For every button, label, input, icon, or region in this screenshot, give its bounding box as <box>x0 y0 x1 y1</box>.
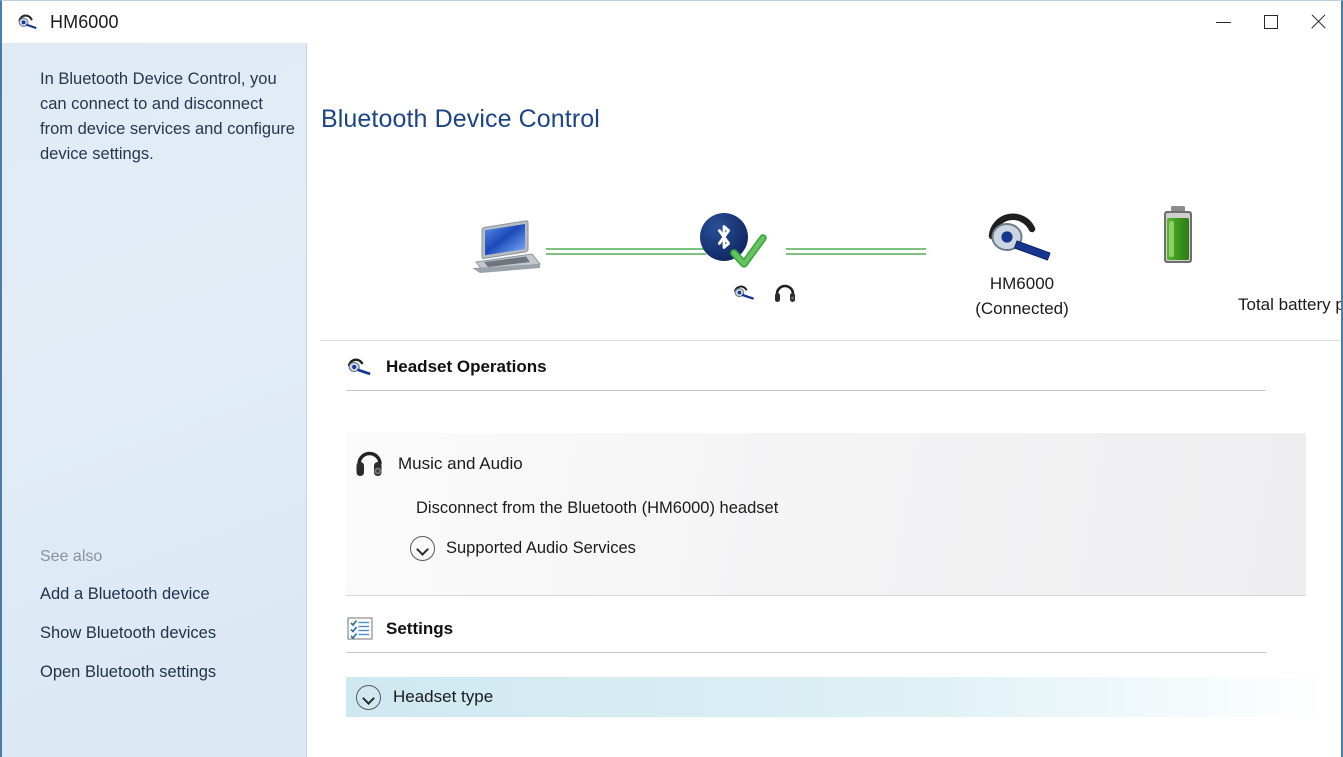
battery-node: Total battery power remaining: 93% <box>1108 205 1198 267</box>
sidebar: In Bluetooth Device Control, you can con… <box>2 43 307 757</box>
window-controls <box>1200 1 1341 43</box>
music-and-audio-panel: Music and Audio Disconnect from the Blue… <box>346 433 1306 596</box>
sidebar-link-show-bluetooth-devices[interactable]: Show Bluetooth devices <box>40 622 300 645</box>
headset-type-expander[interactable]: Headset type <box>346 677 1330 717</box>
see-also-label: See also <box>40 548 300 566</box>
remote-device-node: HM6000 (Connected) <box>942 203 1102 321</box>
remote-device-status: (Connected) <box>942 296 1102 321</box>
section-title-headset-operations: Headset Operations <box>386 357 547 377</box>
section-header-settings: Settings <box>346 616 1266 653</box>
remote-device-label: HM6000 (Connected) <box>942 271 1102 321</box>
section-title-settings: Settings <box>386 619 453 639</box>
close-icon <box>1310 14 1326 30</box>
maximize-button[interactable] <box>1247 1 1294 43</box>
chevron-down-icon <box>410 536 435 561</box>
laptop-icon <box>468 218 544 274</box>
remote-device-name: HM6000 <box>942 271 1102 296</box>
settings-list-icon <box>346 616 374 642</box>
section-divider <box>320 340 1341 341</box>
minimize-icon <box>1216 22 1231 23</box>
headset-type-label: Headset type <box>393 687 493 707</box>
sidebar-link-add-bluetooth-device[interactable]: Add a Bluetooth device <box>40 583 300 606</box>
disconnect-description: Disconnect from the Bluetooth (HM6000) h… <box>416 499 778 518</box>
headset-icon <box>346 354 374 380</box>
bluetooth-node <box>700 213 800 323</box>
title-bar: HM6000 <box>2 1 1341 43</box>
minimize-button[interactable] <box>1200 1 1247 43</box>
see-also-section: See also Add a Bluetooth device Show Blu… <box>40 548 300 700</box>
title-bar-left: HM6000 <box>2 12 119 33</box>
maximize-icon <box>1264 15 1278 29</box>
page-title: Bluetooth Device Control <box>321 105 600 134</box>
content-area: Bluetooth Device Control <box>308 43 1341 757</box>
connection-line-left <box>546 248 706 254</box>
battery-full-icon <box>1158 205 1198 267</box>
sidebar-description: In Bluetooth Device Control, you can con… <box>40 67 298 167</box>
green-check-icon <box>728 233 768 273</box>
music-and-audio-header: Music and Audio <box>354 447 523 481</box>
sidebar-link-open-bluetooth-settings[interactable]: Open Bluetooth settings <box>40 661 300 684</box>
supported-audio-services-expander[interactable]: Supported Audio Services <box>410 536 636 561</box>
section-header-headset-operations: Headset Operations <box>346 354 1266 391</box>
supported-audio-services-label: Supported Audio Services <box>446 539 636 558</box>
chevron-down-icon <box>356 685 381 710</box>
headphone-icon <box>772 281 798 305</box>
headset-icon <box>984 203 1060 263</box>
headset-icon <box>16 12 40 32</box>
app-window: HM6000 ? In Bluetooth Device Control, yo… <box>0 0 1343 757</box>
battery-status-text: Total battery power remaining: 93% <box>1238 295 1343 315</box>
close-button[interactable] <box>1294 1 1341 43</box>
window-title: HM6000 <box>50 12 119 33</box>
music-and-audio-title: Music and Audio <box>398 454 523 474</box>
headset-icon <box>732 281 758 305</box>
connection-line-right <box>786 248 926 254</box>
connection-diagram: HM6000 (Connected) <box>308 173 1341 348</box>
headphone-icon <box>354 447 384 481</box>
